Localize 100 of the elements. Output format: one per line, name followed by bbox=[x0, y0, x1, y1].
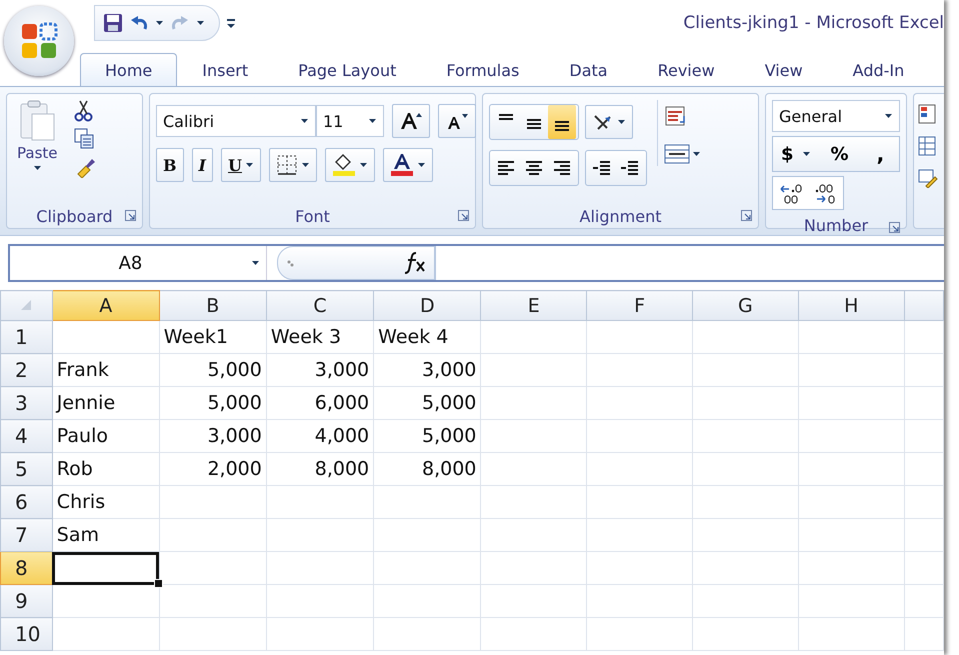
table-cell: 5,000 bbox=[374, 386, 481, 420]
paint-bucket-icon[interactable] bbox=[332, 153, 356, 177]
column-header[interactable]: F bbox=[586, 290, 692, 320]
ribbon-tab[interactable]: Formulas bbox=[421, 53, 544, 86]
align-lines-icon[interactable] bbox=[592, 158, 612, 178]
row-header[interactable]: 4 bbox=[0, 420, 52, 452]
number-format-dropdown[interactable]: General bbox=[772, 100, 900, 132]
conditional-format-icon[interactable] bbox=[918, 104, 936, 124]
dots-handle-icon[interactable] bbox=[286, 259, 294, 267]
ribbon-tab[interactable]: Review bbox=[632, 53, 740, 86]
copy-icon[interactable] bbox=[74, 128, 94, 150]
comma-button[interactable]: , bbox=[876, 142, 884, 166]
table-cell: 6,000 bbox=[266, 386, 374, 420]
row-header[interactable]: 5 bbox=[0, 452, 52, 486]
group-label: Alignment bbox=[580, 206, 662, 226]
caret-icon[interactable] bbox=[244, 161, 254, 169]
font-color-icon[interactable] bbox=[390, 153, 414, 177]
table-cell: Frank bbox=[52, 354, 160, 386]
table-cell: Chris bbox=[52, 486, 160, 518]
font-size-dropdown[interactable]: 11 bbox=[316, 105, 384, 137]
font-color-button[interactable] bbox=[382, 148, 433, 182]
caret-icon[interactable] bbox=[251, 259, 260, 267]
caret-icon[interactable] bbox=[300, 117, 309, 125]
row-header[interactable]: 9 bbox=[0, 584, 52, 618]
caret-icon[interactable] bbox=[358, 161, 368, 169]
row-header[interactable]: 10 bbox=[0, 618, 52, 650]
align-lines-icon[interactable] bbox=[524, 158, 544, 178]
font-name-dropdown[interactable]: Calibri bbox=[156, 105, 316, 137]
grow-font-icon[interactable] bbox=[399, 111, 423, 131]
ribbon-tab[interactable]: Home bbox=[80, 53, 178, 86]
save-icon[interactable] bbox=[103, 13, 123, 33]
dialog-launcher-icon[interactable] bbox=[889, 222, 900, 233]
underline-button[interactable]: U bbox=[221, 148, 261, 182]
cell-styles-icon[interactable] bbox=[918, 168, 938, 188]
merge-cells-icon[interactable] bbox=[664, 142, 690, 166]
table-cell: 4,000 bbox=[266, 420, 374, 452]
table-cell: 5,000 bbox=[374, 420, 481, 452]
caret-icon[interactable] bbox=[368, 117, 377, 125]
caret-icon[interactable] bbox=[802, 150, 811, 158]
fill-color-button[interactable] bbox=[324, 148, 375, 182]
table-cell: 5,000 bbox=[159, 354, 266, 386]
row-header[interactable]: 6 bbox=[0, 486, 52, 518]
column-header[interactable]: D bbox=[374, 290, 481, 320]
row-header[interactable]: 1 bbox=[0, 320, 52, 354]
percent-button[interactable]: % bbox=[830, 144, 849, 164]
row-header[interactable]: 7 bbox=[0, 518, 52, 552]
grow-font-button[interactable] bbox=[392, 104, 430, 138]
table-cell: 8,000 bbox=[266, 452, 374, 486]
column-header[interactable]: A bbox=[52, 290, 160, 320]
ribbon-tab[interactable]: Page Layout bbox=[273, 53, 422, 86]
borders-button[interactable] bbox=[268, 148, 317, 182]
row-header[interactable]: 3 bbox=[0, 386, 52, 420]
caret-icon[interactable] bbox=[196, 19, 205, 27]
customize-toolbar-icon[interactable] bbox=[226, 17, 236, 29]
scissors-icon[interactable] bbox=[74, 100, 94, 122]
paste-button[interactable]: Paste bbox=[13, 100, 62, 172]
table-format-icon[interactable] bbox=[918, 136, 936, 156]
shrink-font-button[interactable] bbox=[438, 104, 476, 138]
ribbon-tab[interactable]: View bbox=[740, 53, 828, 86]
row-header[interactable]: 8 bbox=[0, 552, 52, 584]
insert-function-icon[interactable] bbox=[404, 251, 426, 275]
orientation-button[interactable] bbox=[585, 105, 633, 139]
align-lines-icon[interactable] bbox=[552, 158, 572, 178]
bold-button[interactable]: B bbox=[156, 148, 184, 182]
table-cell: 8,000 bbox=[374, 452, 481, 486]
caret-icon[interactable] bbox=[155, 19, 164, 27]
wrap-text-icon[interactable] bbox=[664, 104, 688, 128]
ribbon-tab[interactable]: Add-In bbox=[828, 53, 930, 86]
ribbon-tab[interactable]: Insert bbox=[177, 53, 274, 86]
currency-button[interactable]: $ bbox=[781, 144, 811, 164]
clipboard-icon[interactable] bbox=[18, 100, 56, 142]
column-header[interactable]: H bbox=[798, 290, 904, 320]
column-header[interactable]: E bbox=[480, 290, 587, 320]
office-logo-icon[interactable] bbox=[20, 22, 58, 60]
borders-icon[interactable] bbox=[276, 154, 298, 176]
vertical-align-button[interactable] bbox=[548, 105, 576, 139]
table-cell: Week1 bbox=[159, 320, 266, 354]
align-lines-icon[interactable] bbox=[620, 158, 640, 178]
caret-icon[interactable] bbox=[300, 161, 310, 169]
column-header[interactable]: C bbox=[266, 290, 374, 320]
table-cell: 2,000 bbox=[159, 452, 266, 486]
office-button[interactable] bbox=[4, 6, 74, 76]
dialog-launcher-icon[interactable] bbox=[741, 210, 752, 221]
caret-icon[interactable] bbox=[32, 164, 42, 172]
shrink-font-icon[interactable] bbox=[445, 111, 469, 131]
ribbon-tab[interactable]: Data bbox=[544, 53, 633, 86]
row-header[interactable]: 2 bbox=[0, 354, 52, 386]
caret-icon[interactable] bbox=[692, 150, 701, 158]
dialog-launcher-icon[interactable] bbox=[125, 210, 136, 221]
column-header[interactable]: G bbox=[692, 290, 798, 320]
column-header[interactable]: B bbox=[159, 290, 266, 320]
caret-icon[interactable] bbox=[617, 118, 626, 126]
dialog-launcher-icon[interactable] bbox=[458, 210, 469, 221]
caret-icon[interactable] bbox=[884, 112, 893, 120]
group-label: Font bbox=[295, 206, 330, 226]
corner-triangle-icon bbox=[19, 298, 34, 312]
caret-icon[interactable] bbox=[416, 161, 426, 169]
merge-center-button[interactable] bbox=[664, 142, 701, 166]
align-lines-icon[interactable] bbox=[496, 158, 516, 178]
italic-button[interactable]: I bbox=[192, 148, 214, 182]
